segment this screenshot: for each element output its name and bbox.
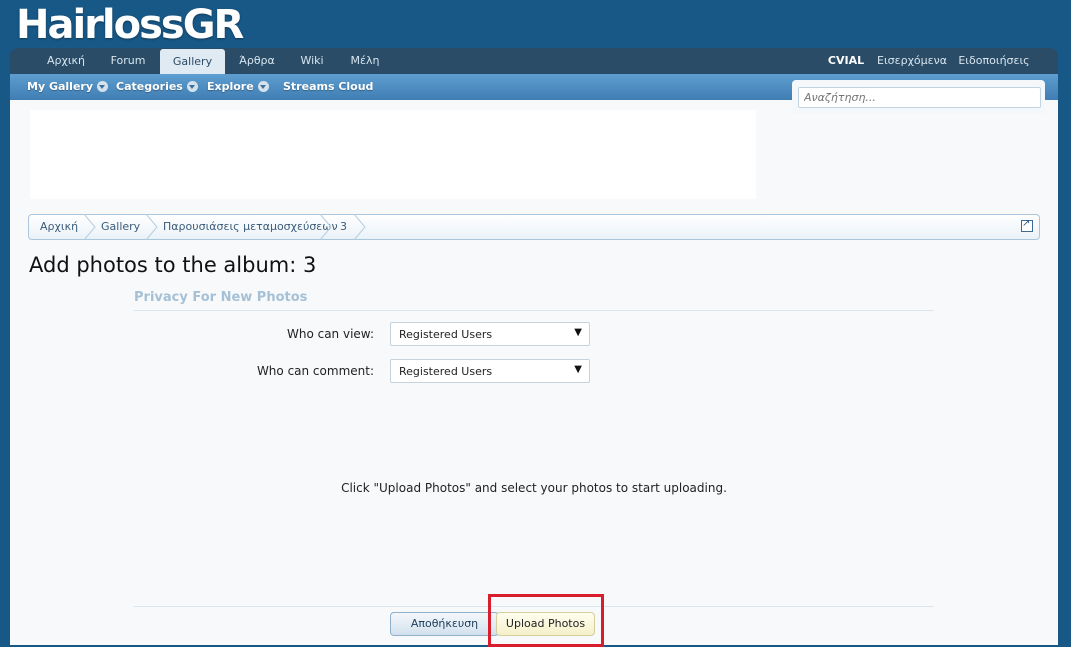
breadcrumb: Αρχική Gallery Παρουσιάσεις μεταμοσχεύσε… [28,214,1040,240]
chevron-down-icon[interactable] [257,81,269,92]
search-input[interactable] [798,87,1041,108]
nav-tab-articles[interactable]: Άρθρα [232,48,282,74]
breadcrumb-separator-icon [353,214,366,240]
ad-banner [30,110,756,199]
who-can-view-value: Registered Users [399,328,493,341]
who-can-comment-label: Who can comment: [256,364,374,378]
breadcrumb-category[interactable]: Παρουσιάσεις μεταμοσχεύσεων [163,215,338,239]
user-menu-link[interactable]: CVIAL [822,48,870,74]
subnav-my-gallery[interactable]: My Gallery [27,74,108,100]
alerts-link[interactable]: Ειδοποιήσεις [954,48,1034,74]
who-can-view-select[interactable]: Registered Users ▼ [390,322,590,346]
subnav-explore-label: Explore [207,80,254,93]
chevron-down-icon[interactable] [186,81,198,92]
nav-tab-home[interactable]: Αρχική [40,48,92,74]
nav-tab-wiki[interactable]: Wiki [292,48,332,74]
upload-hint-text: Click "Upload Photos" and select your ph… [341,481,727,495]
chevron-down-icon[interactable] [97,81,108,92]
save-button[interactable]: Αποθήκευση [390,612,499,636]
nav-tab-forum[interactable]: Forum [102,48,154,74]
nav-tab-members[interactable]: Μέλη [344,48,386,74]
who-can-comment-select[interactable]: Registered Users ▼ [390,359,590,383]
who-can-view-label: Who can view: [286,327,374,341]
breadcrumb-separator-icon [145,214,158,240]
subnav-explore[interactable]: Explore [207,74,269,100]
section-divider [134,310,934,311]
external-link-icon[interactable] [1021,218,1033,232]
upload-photos-button[interactable]: Upload Photos [496,612,595,636]
breadcrumb-gallery[interactable]: Gallery [101,215,140,239]
breadcrumb-album[interactable]: 3 [340,215,347,239]
main-navbar: Αρχική Forum Gallery Άρθρα Wiki Μέλη CVI… [10,48,1058,74]
dropdown-arrow-icon: ▼ [574,364,582,375]
page-title: Add photos to the album: 3 [29,253,317,277]
search-panel [792,80,1045,114]
breadcrumb-home[interactable]: Αρχική [40,215,78,239]
subnav-categories-label: Categories [116,80,183,93]
main-content: Αρχική Gallery Παρουσιάσεις μεταμοσχεύσε… [10,100,1058,647]
dropdown-arrow-icon: ▼ [574,327,582,338]
breadcrumb-separator-icon [83,214,96,240]
section-title: Privacy For New Photos [134,290,308,305]
subnav-streams-cloud[interactable]: Streams Cloud [283,74,373,100]
who-can-comment-value: Registered Users [399,365,493,378]
nav-tab-gallery[interactable]: Gallery [160,49,225,74]
site-logo[interactable]: HairlossGR [16,2,244,48]
subnav-categories[interactable]: Categories [116,74,198,100]
breadcrumb-separator-icon [319,214,332,240]
subnav-my-gallery-label: My Gallery [27,80,93,93]
inbox-link[interactable]: Εισερχόμενα [876,48,948,74]
